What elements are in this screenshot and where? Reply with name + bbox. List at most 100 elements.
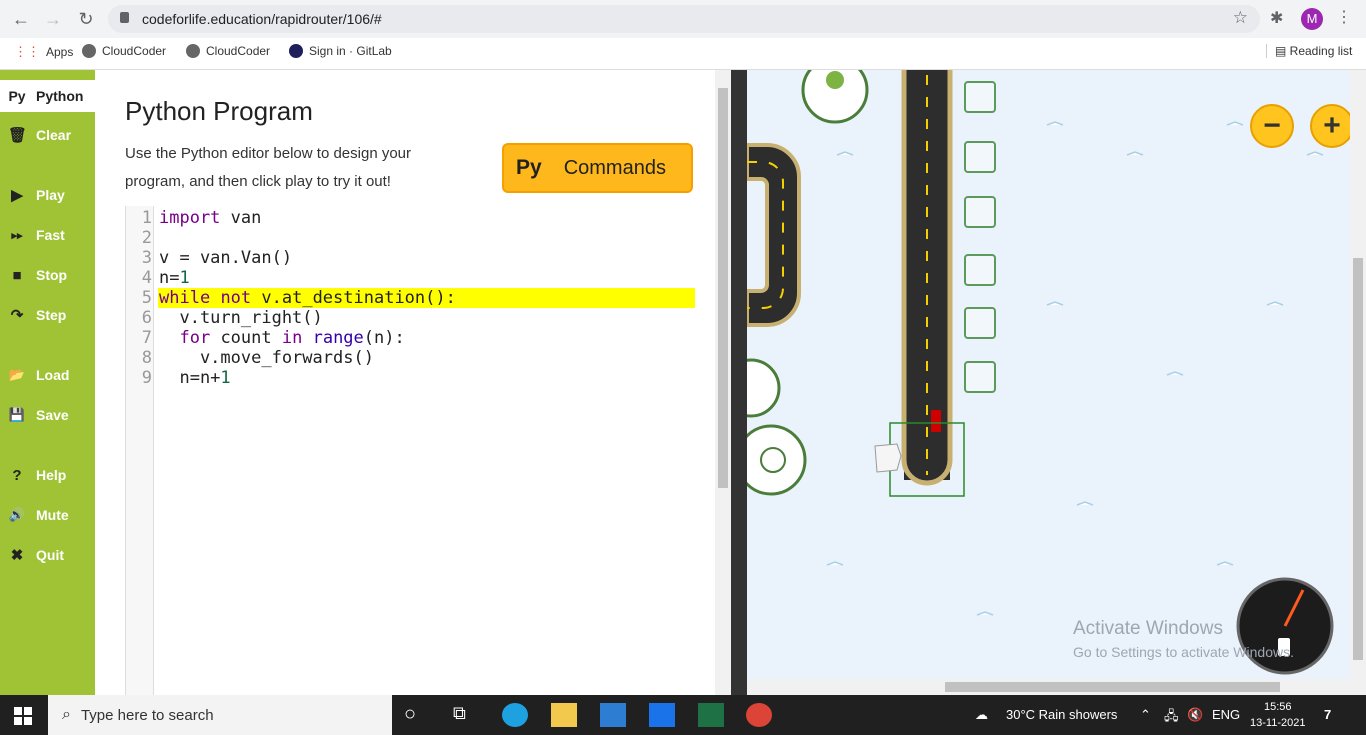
code-line[interactable]: 6 v.turn_right() [126,308,696,328]
help-icon: ? [12,466,22,484]
code-line[interactable]: 9 n=n+1 [126,368,696,388]
code-line[interactable]: 3 v = van.Van() [126,248,696,268]
bookmark-label: Sign in · GitLab [309,44,392,58]
commands-label: Commands [563,156,666,179]
sidebar-item-save[interactable]: 💾 Save [0,400,95,430]
map-canvas [747,70,1334,675]
apps-grid-icon: ⋮⋮ [14,44,40,59]
snow-tree-icon [801,70,869,124]
cortana-icon[interactable]: ○ [404,703,430,727]
code-editor[interactable]: 1 import van 2 3 v = van.Van() 4 n=1 5 while… [125,206,695,695]
notification-badge[interactable]: 7 [1324,707,1331,722]
panel-divider[interactable] [731,70,747,695]
speaker-icon: 🔊 [8,507,26,522]
trash-icon: 🗑 [8,127,28,144]
bookmark-cloudcoder-1[interactable]: CloudCoder [82,44,166,58]
lock-icon [120,12,129,23]
sidebar-item-label: Play [36,187,65,203]
globe-icon [186,44,200,58]
taskbar-clock[interactable]: 15:56 13-11-2021 [1250,699,1305,731]
omnibox[interactable]: codeforlife.education/rapidrouter/106/# … [108,5,1260,33]
sidebar-item-label: Quit [36,547,64,563]
save-icon: 💾 [8,407,26,422]
sidebar-item-help[interactable]: ? Help [0,460,95,490]
bookmark-cloudcoder-2[interactable]: CloudCoder [186,44,270,58]
editor-description: Use the Python editor below to design yo… [125,145,412,190]
line-number: 5 [141,288,152,308]
mail-icon[interactable] [649,703,675,727]
sidebar-item-clear[interactable]: 🗑 Clear [0,120,95,150]
scrollbar-thumb[interactable] [1353,258,1363,660]
gitlab-icon [289,44,303,58]
bookmark-label: CloudCoder [102,44,167,58]
task-view-icon[interactable]: ⧉ [453,703,479,727]
tray-chevron-icon[interactable]: ⌃ [1140,707,1151,723]
scrollbar-thumb[interactable] [945,682,1280,692]
sidebar-item-stop[interactable]: ■ Stop [0,260,95,290]
snow-hedges [964,81,996,393]
edge-icon[interactable] [502,703,528,727]
menu-icon[interactable]: ⋮ [1336,7,1352,27]
zoom-out-button[interactable]: − [1250,104,1294,148]
watermark-title: Activate Windows [1073,618,1223,639]
sidebar-item-label: Clear [36,127,72,143]
weather-text[interactable]: 30°C Rain showers [1006,707,1117,722]
road-curve [747,143,801,327]
excel-icon[interactable] [698,703,724,727]
reading-list[interactable]: ▤ Reading list [1266,44,1352,58]
code-line[interactable]: 8 v.move_forwards() [126,348,696,368]
code-line[interactable]: 1 import van [126,208,696,228]
back-icon[interactable]: ← [10,8,32,30]
sidebar-item-play[interactable]: ▶ Play [0,180,95,210]
sidebar-item-label: Step [36,307,67,323]
store-icon[interactable] [600,703,626,727]
commands-button[interactable]: Py Commands [502,143,693,193]
close-icon: ✖ [10,547,24,564]
sidebar-item-label: Python [36,88,84,104]
taskbar-search[interactable]: ⌕ Type here to search [48,695,392,735]
url-text[interactable]: codeforlife.education/rapidrouter/106/# [142,11,382,27]
network-icon[interactable]: 🖧 [1164,707,1179,729]
volume-muted-icon[interactable]: 🔇 [1187,707,1203,723]
map-vertical-scrollbar[interactable] [1350,70,1366,679]
map-horizontal-scrollbar[interactable] [747,679,1366,695]
sidebar-item-fast[interactable]: ▸▸ Fast [0,220,95,250]
reload-icon[interactable]: ↻ [75,8,97,30]
code-line[interactable]: 4 n=1 [126,268,696,288]
python-icon: Py [8,88,26,104]
bookmark-apps[interactable]: ⋮⋮ Apps [14,44,73,60]
weather-icon[interactable]: ☁ [975,707,988,723]
sidebar-item-label: Load [36,367,70,383]
sidebar-item-step[interactable]: ↷ Step [0,300,95,330]
bookmark-label: CloudCoder [206,44,271,58]
game-map[interactable]: − + Activate Windows Go to Settings to a… [747,70,1350,679]
zoom-in-button[interactable]: + [1310,104,1350,148]
code-text: n=1 [159,268,190,288]
windows-start-icon[interactable] [14,707,32,725]
chrome-icon[interactable] [746,703,772,727]
code-line[interactable]: 2 [126,228,696,248]
sidebar-item-load[interactable]: 📂 Load [0,360,95,390]
code-line-highlighted[interactable]: 5 while not v.at_destination(): [142,288,695,308]
bookmark-star-icon[interactable]: ☆ [1233,8,1248,28]
python-editor-panel: Python Program Use the Python editor bel… [95,70,731,695]
search-icon: ⌕ [62,706,71,723]
python-icon: Py [516,156,542,179]
windows-taskbar: ⌕ Type here to search ○ ⧉ ☁ 30°C Rain sh… [0,695,1366,735]
scrollbar-thumb[interactable] [718,88,728,488]
extensions-icon[interactable]: ✱ [1270,8,1283,28]
sidebar-item-mute[interactable]: 🔊 Mute [0,500,95,530]
profile-avatar[interactable]: M [1301,8,1323,30]
forward-icon[interactable]: → [42,8,64,30]
code-line[interactable]: 7 for count in range(n): [126,328,696,348]
house-icon [874,443,902,473]
code-text: import van [159,208,262,228]
editor-scrollbar[interactable] [715,70,731,695]
line-number: 1 [141,208,152,228]
bookmark-gitlab[interactable]: Sign in · GitLab [289,44,392,58]
address-bar-row: ← → ↻ codeforlife.education/rapidrouter/… [0,0,1366,38]
sidebar-item-quit[interactable]: ✖ Quit [0,540,95,570]
sidebar-item-python[interactable]: Py Python [0,80,95,112]
file-explorer-icon[interactable] [551,703,577,727]
language-indicator[interactable]: ENG [1212,707,1240,722]
